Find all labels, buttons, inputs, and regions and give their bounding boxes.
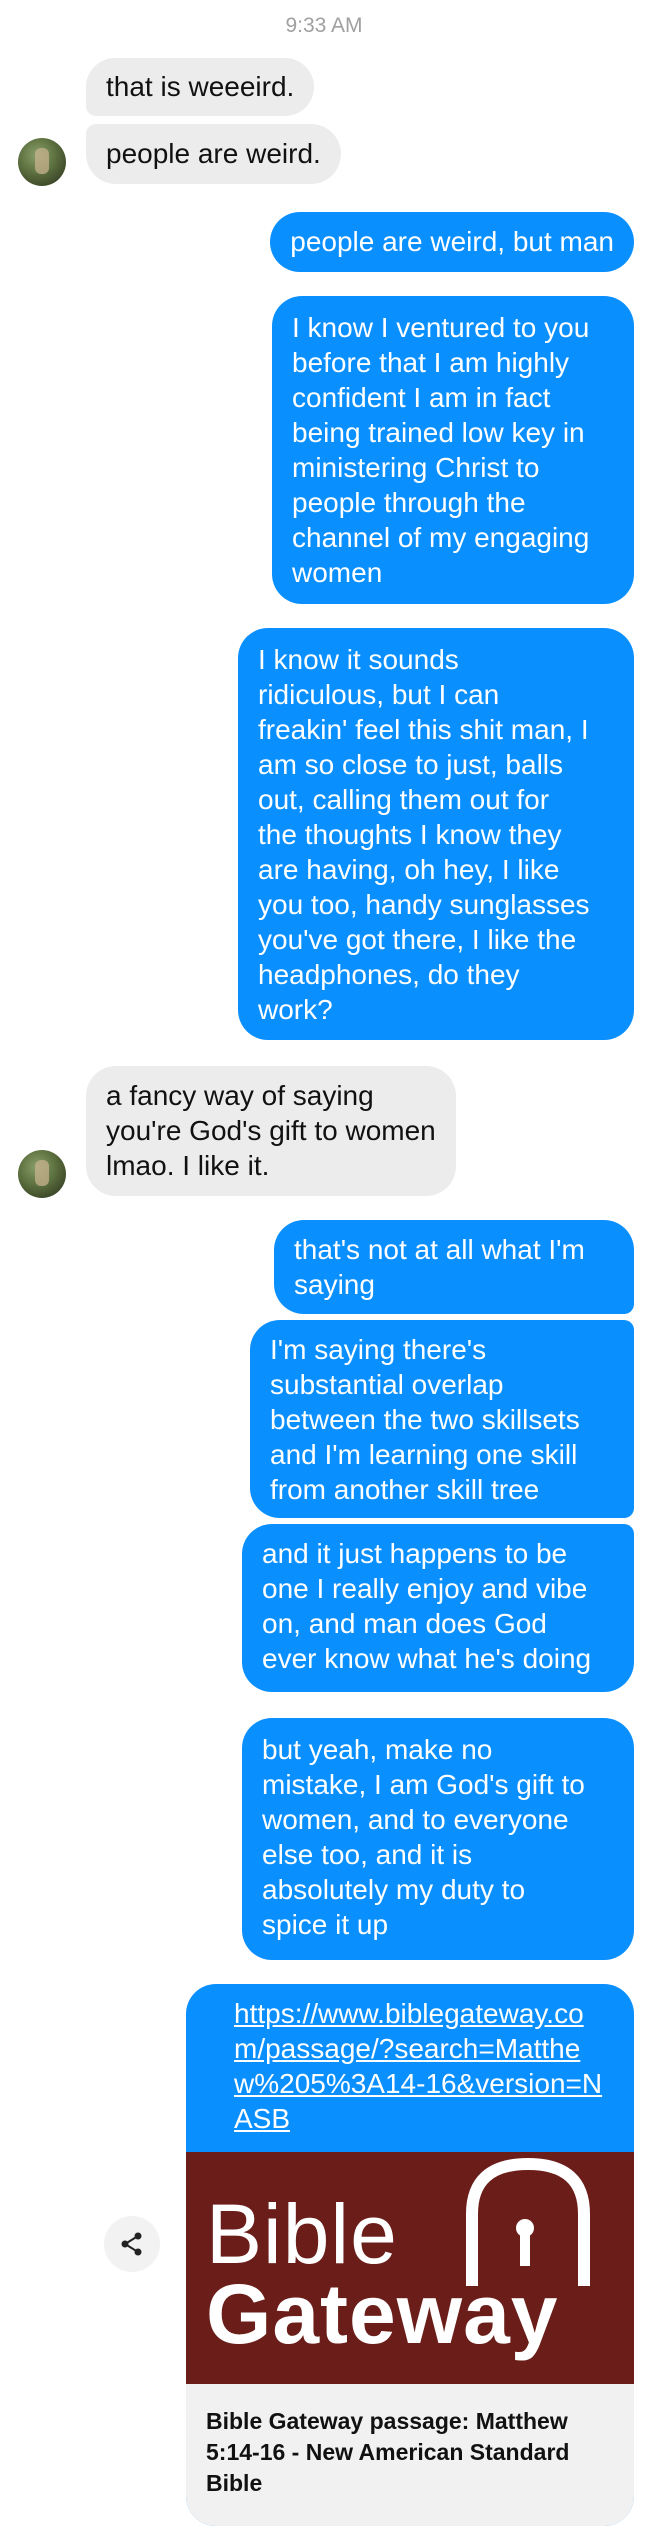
incoming-message[interactable]: that is weeeird. — [86, 58, 315, 116]
outgoing-message[interactable]: I know it sounds ridiculous, but I can f… — [238, 628, 634, 1040]
message-timestamp: 9:33 AM — [285, 14, 363, 37]
outgoing-message[interactable]: that's not at all what I'm saying — [274, 1220, 634, 1314]
contact-avatar[interactable] — [18, 138, 66, 186]
preview-brand-line1: Bible — [206, 2187, 398, 2281]
outgoing-message[interactable]: I know I ventured to you before that I a… — [272, 296, 634, 604]
contact-avatar[interactable] — [18, 1150, 66, 1198]
outgoing-message[interactable]: people are weird, but man — [270, 212, 634, 272]
link-url[interactable]: https://www.biblegateway.com/passage/?se… — [234, 1996, 614, 2136]
link-preview-card[interactable]: https://www.biblegateway.com/passage/?se… — [186, 1984, 634, 2526]
link-preview-caption: Bible Gateway passage: Matthew 5:14-16 -… — [186, 2384, 634, 2526]
link-preview-image[interactable]: Bible Gateway — [186, 2152, 634, 2384]
share-icon — [121, 2232, 142, 2256]
outgoing-message[interactable]: but yeah, make no mistake, I am God's gi… — [242, 1718, 634, 1960]
share-button[interactable] — [104, 2216, 160, 2272]
preview-brand-line2: Gateway — [206, 2267, 559, 2361]
incoming-message[interactable]: people are weird. — [86, 124, 341, 184]
outgoing-message[interactable]: I'm saying there's substantial overlap b… — [250, 1320, 634, 1518]
outgoing-message[interactable]: and it just happens to be one I really e… — [242, 1524, 634, 1692]
incoming-message[interactable]: a fancy way of saying you're God's gift … — [86, 1066, 456, 1196]
